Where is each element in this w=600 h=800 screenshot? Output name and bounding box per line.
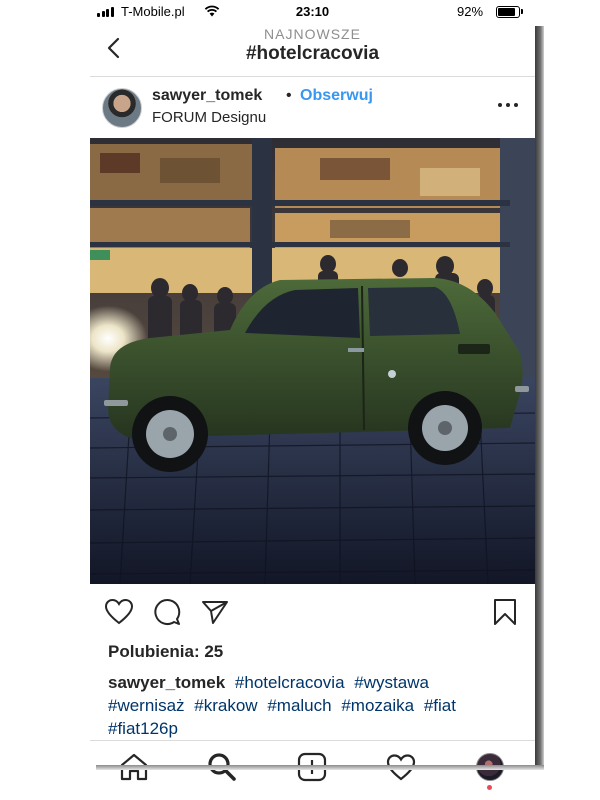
hashtag-link[interactable]: #krakow <box>194 696 257 715</box>
post-location[interactable]: FORUM Designu <box>152 109 266 126</box>
battery-cap <box>521 9 523 14</box>
send-icon[interactable] <box>200 598 230 626</box>
post-header: sawyer_tomek • Obserwuj FORUM Designu <box>90 77 535 137</box>
photo-illustration <box>90 138 535 584</box>
header-subtitle: NAJNOWSZE <box>264 26 361 42</box>
post-username[interactable]: sawyer_tomek <box>152 87 262 105</box>
bottom-nav <box>90 740 535 800</box>
hashtag-link[interactable]: #wernisaż <box>108 696 185 715</box>
heart-icon[interactable] <box>104 598 134 626</box>
bookmark-icon[interactable] <box>490 598 520 626</box>
notification-dot <box>487 785 492 790</box>
battery-percent: 92% <box>457 4 484 19</box>
comment-icon[interactable] <box>152 598 182 626</box>
caption-username[interactable]: sawyer_tomek <box>108 673 225 692</box>
phone-bottom-shadow <box>96 765 544 770</box>
more-horizontal-icon[interactable] <box>498 101 518 109</box>
post-actions <box>90 590 535 634</box>
hashtag-link[interactable]: #hotelcracovia <box>235 673 345 692</box>
phone-screen: T-Mobile.pl 23:10 92% NAJNOWSZE #hotelcr… <box>90 0 535 800</box>
post-photo[interactable] <box>90 138 535 584</box>
likes-count[interactable]: Polubienia: 25 <box>108 642 223 662</box>
hashtag-header: NAJNOWSZE #hotelcracovia <box>90 24 535 77</box>
battery-icon <box>496 6 520 18</box>
hashtag-link[interactable]: #wystawa <box>354 673 429 692</box>
hashtag-link[interactable]: #fiat <box>424 696 456 715</box>
separator-dot: • <box>286 87 292 104</box>
post-caption: sawyer_tomek #hotelcracovia #wystawa #we… <box>108 671 518 740</box>
phone-edge-shadow <box>535 26 544 766</box>
hashtag-link[interactable]: #fiat126p <box>108 719 178 738</box>
page-title: #hotelcracovia <box>245 43 380 64</box>
battery-level <box>498 8 515 16</box>
avatar[interactable] <box>102 88 142 128</box>
status-bar: T-Mobile.pl 23:10 92% <box>90 0 535 24</box>
hashtag-link[interactable]: #mozaika <box>341 696 414 715</box>
hashtag-link[interactable]: #maluch <box>267 696 331 715</box>
follow-button[interactable]: Obserwuj <box>300 87 373 105</box>
